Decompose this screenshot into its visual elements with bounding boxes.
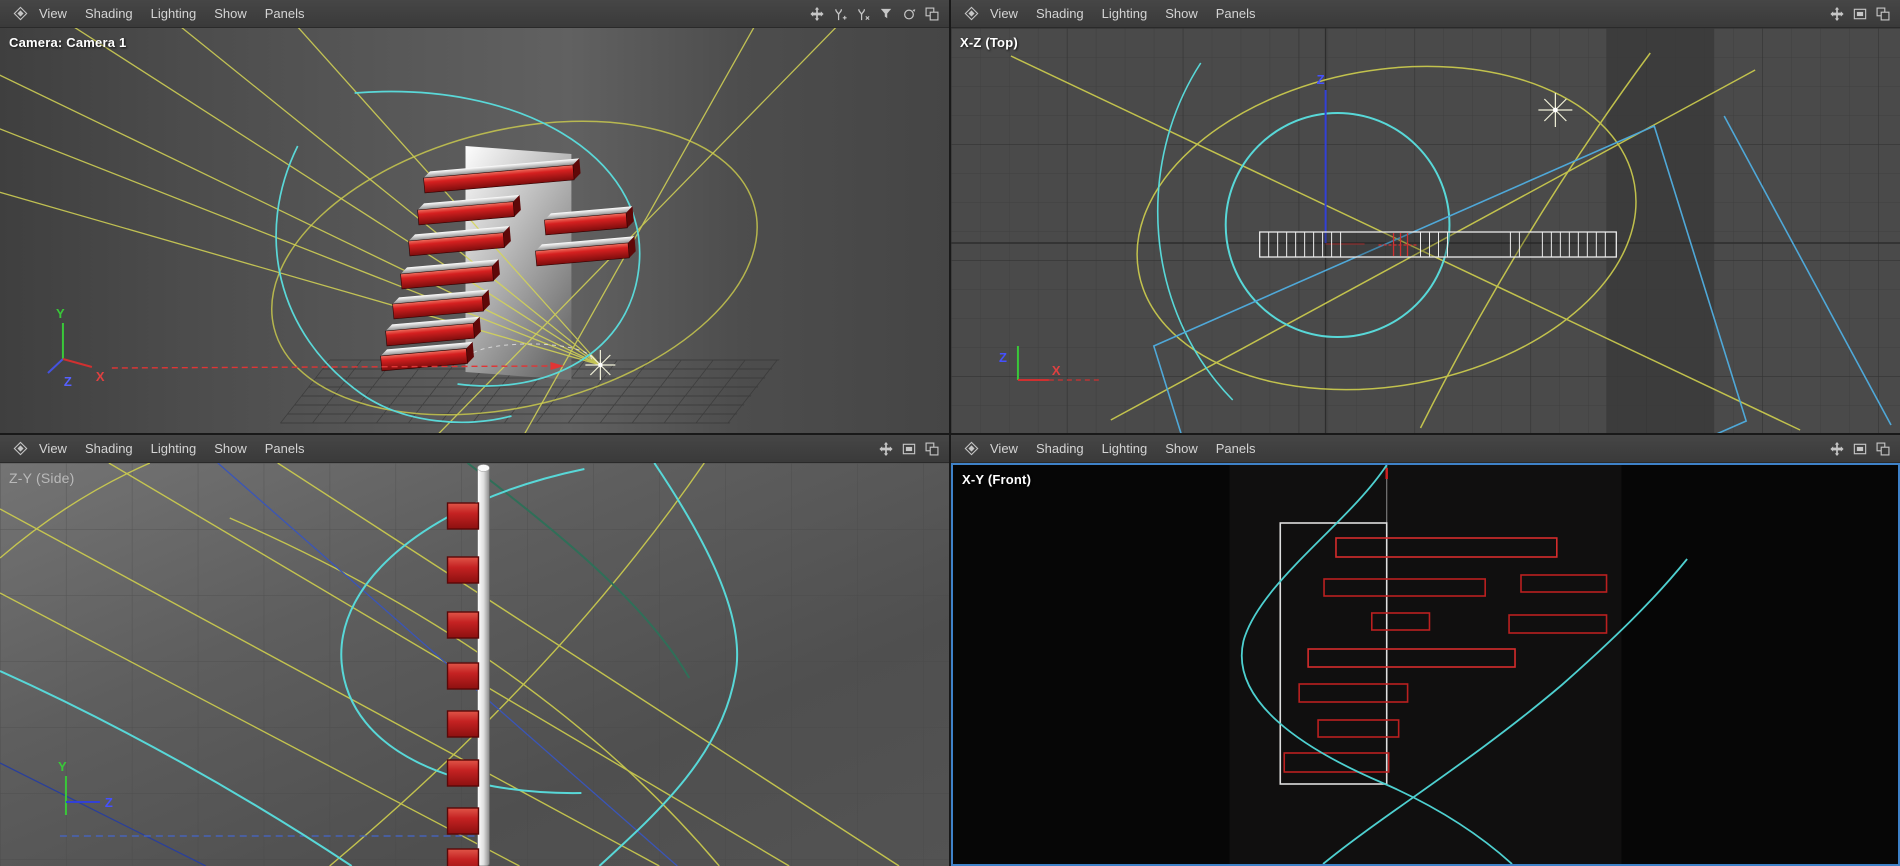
menu-view[interactable]: View: [982, 438, 1026, 459]
side-canvas[interactable]: Y Z: [0, 463, 949, 866]
menu-show[interactable]: Show: [1157, 3, 1206, 24]
viewport-front[interactable]: View Shading Lighting Show Panels: [951, 435, 1900, 866]
axis-x-label: X: [1052, 363, 1061, 378]
viewport-menubar: View Shading Lighting Show Panels: [951, 0, 1900, 28]
frame-view-icon[interactable]: [1851, 5, 1869, 23]
viewport-menu-icon[interactable]: [962, 440, 980, 458]
perspective-canvas[interactable]: Y Z X: [0, 28, 949, 433]
pan-zoom-icon[interactable]: [808, 5, 826, 23]
menu-shading[interactable]: Shading: [1028, 438, 1092, 459]
menu-view[interactable]: View: [982, 3, 1026, 24]
viewport-menubar: View Shading Lighting Show Panels: [951, 435, 1900, 463]
menu-panels[interactable]: Panels: [257, 3, 313, 24]
menu-lighting[interactable]: Lighting: [143, 3, 205, 24]
menu-view[interactable]: View: [31, 3, 75, 24]
camera-dolly-icon[interactable]: [854, 5, 872, 23]
menu-shading[interactable]: Shading: [77, 3, 141, 24]
pan-zoom-icon[interactable]: [877, 440, 895, 458]
perspective-view-area[interactable]: Y Z X Camera: Camera 1: [0, 28, 949, 433]
axis-y-label: Y: [56, 306, 65, 321]
axis-z-label: Z: [1317, 72, 1325, 87]
layout-icon[interactable]: [1874, 440, 1892, 458]
layout-icon[interactable]: [923, 5, 941, 23]
pan-zoom-icon[interactable]: [1828, 440, 1846, 458]
menu-lighting[interactable]: Lighting: [143, 438, 205, 459]
viewport-menu-icon[interactable]: [11, 440, 29, 458]
viewport-perspective[interactable]: View Shading Lighting Show Panels: [0, 0, 949, 433]
top-canvas[interactable]: Z: [951, 28, 1900, 433]
menu-shading[interactable]: Shading: [77, 438, 141, 459]
menu-panels[interactable]: Panels: [1208, 3, 1264, 24]
pan-zoom-icon[interactable]: [1828, 5, 1846, 23]
red-bars-side[interactable]: [448, 503, 479, 866]
frame-view-icon[interactable]: [900, 440, 918, 458]
side-view-area[interactable]: Y Z Z-Y (Side): [0, 463, 949, 866]
menu-lighting[interactable]: Lighting: [1094, 438, 1156, 459]
menu-show[interactable]: Show: [206, 438, 255, 459]
menu-show[interactable]: Show: [206, 3, 255, 24]
axis-z-label: Z: [64, 374, 72, 389]
viewport-top[interactable]: View Shading Lighting Show Panels: [951, 0, 1900, 433]
layout-icon[interactable]: [1874, 5, 1892, 23]
menu-panels[interactable]: Panels: [1208, 438, 1264, 459]
pole-object[interactable]: [477, 465, 489, 866]
axis-z-label: Z: [105, 795, 113, 810]
menu-panels[interactable]: Panels: [257, 438, 313, 459]
orbit-camera-icon[interactable]: [900, 5, 918, 23]
grid-major: [951, 28, 1900, 433]
top-view-area[interactable]: Z: [951, 28, 1900, 433]
shadow-band: [1606, 28, 1714, 433]
bars-wireframe-top[interactable]: [1260, 232, 1617, 257]
front-canvas[interactable]: [953, 465, 1898, 864]
menu-shading[interactable]: Shading: [1028, 3, 1092, 24]
axis-z-label: Z: [999, 350, 1007, 365]
axis-y-label: Y: [58, 759, 67, 774]
front-view-area[interactable]: X-Y (Front): [951, 463, 1900, 866]
viewport-menubar: View Shading Lighting Show Panels: [0, 435, 949, 463]
quad-view-layout: View Shading Lighting Show Panels: [0, 0, 1900, 866]
menu-show[interactable]: Show: [1157, 438, 1206, 459]
menu-view[interactable]: View: [31, 438, 75, 459]
isolate-select-icon[interactable]: [877, 5, 895, 23]
viewport-menu-icon[interactable]: [11, 5, 29, 23]
axis-x-label: X: [96, 369, 105, 384]
viewport-menu-icon[interactable]: [962, 5, 980, 23]
layout-icon[interactable]: [923, 440, 941, 458]
camera-track-icon[interactable]: [831, 5, 849, 23]
viewport-menubar: View Shading Lighting Show Panels: [0, 0, 949, 28]
menu-lighting[interactable]: Lighting: [1094, 3, 1156, 24]
viewport-side[interactable]: View Shading Lighting Show Panels: [0, 435, 949, 866]
frame-view-icon[interactable]: [1851, 440, 1869, 458]
